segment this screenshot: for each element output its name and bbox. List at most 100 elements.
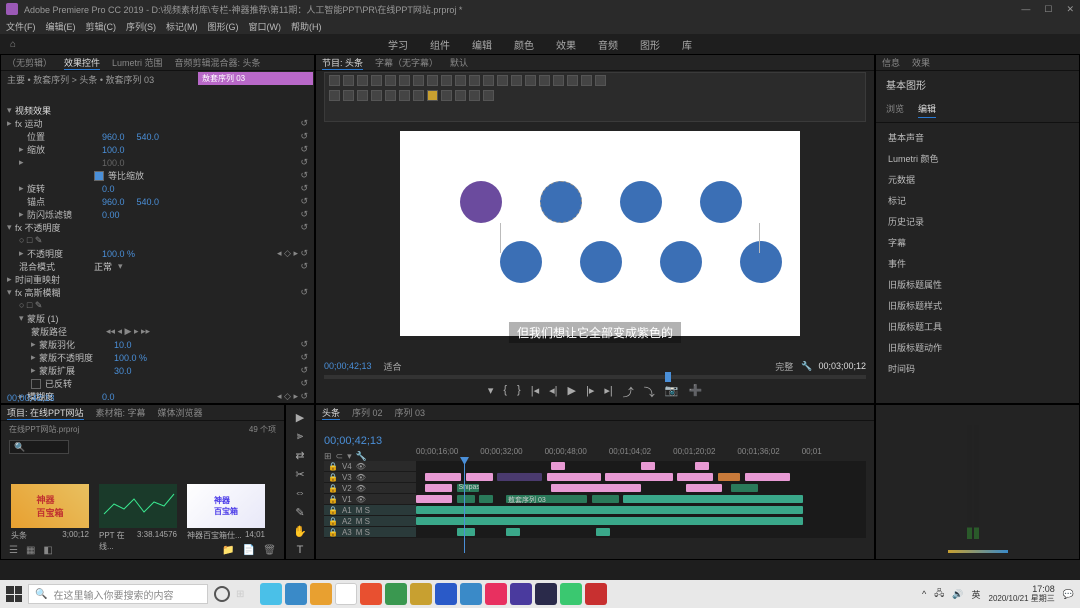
sub-browse[interactable]: 浏览 (886, 102, 904, 118)
tray-up-icon[interactable]: ^ (922, 589, 926, 599)
playhead[interactable] (464, 461, 465, 553)
out-icon[interactable]: } (517, 384, 521, 400)
item-markers[interactable]: 标记 (876, 190, 1079, 211)
new-bin-icon[interactable]: 📁 (222, 545, 234, 556)
ws-effects[interactable]: 效果 (556, 37, 576, 52)
position-y[interactable]: 540.0 (137, 132, 160, 142)
item-events[interactable]: 事件 (876, 253, 1079, 274)
track-v4[interactable]: V4 (342, 462, 352, 471)
app-2[interactable] (285, 583, 307, 605)
close-icon[interactable]: ✕ (1066, 4, 1074, 15)
app-14[interactable] (585, 583, 607, 605)
opacity-section[interactable]: fx 不透明度 (15, 221, 61, 234)
app-8[interactable] (435, 583, 457, 605)
trash-icon[interactable]: 🗑 (263, 545, 276, 556)
taskview-icon[interactable]: ⊞ (236, 589, 244, 600)
item-captions[interactable]: 字幕 (876, 232, 1079, 253)
ws-library[interactable]: 库 (682, 37, 692, 52)
timeline-tc[interactable]: 00;00;42;13 (324, 435, 382, 447)
thumb-2[interactable]: PPT 在线...3:38.14576 (99, 484, 177, 552)
extract-icon[interactable]: ⤵ (644, 384, 655, 400)
tab-lumetri[interactable]: Lumetri 范围 (112, 56, 163, 69)
track-a2[interactable]: A2 (342, 517, 352, 526)
cortana-icon[interactable] (214, 586, 230, 602)
start-button[interactable] (6, 586, 22, 602)
app-7[interactable] (410, 583, 432, 605)
new-item-icon[interactable]: 📄 (243, 545, 255, 556)
track-select-tool[interactable]: ⫸ (293, 430, 307, 444)
hand-tool[interactable]: ✋ (293, 525, 307, 539)
tab-effect-controls[interactable]: 效果控件 (64, 56, 100, 70)
menu-file[interactable]: 文件(F) (6, 20, 36, 33)
selection-tool[interactable]: ▶ (293, 411, 307, 425)
scale-dropdown[interactable]: 完整 (775, 360, 793, 373)
app-12[interactable] (535, 583, 557, 605)
tab-audio-mixer[interactable]: 音频剪辑混合器: 头条 (175, 56, 261, 69)
menu-window[interactable]: 窗口(W) (249, 20, 282, 33)
ws-learn[interactable]: 学习 (388, 37, 408, 52)
seq-tab-3[interactable]: 序列 03 (395, 406, 426, 419)
position-x[interactable]: 960.0 (102, 132, 125, 142)
track-v2[interactable]: V2 (342, 484, 352, 493)
ws-graphics[interactable]: 图形 (640, 37, 660, 52)
track-a3[interactable]: A3 (342, 528, 352, 537)
prev-icon[interactable]: |◂ (531, 384, 539, 400)
thumb-3[interactable]: 神器百宝箱 神器百宝箱仕...14;01 (187, 484, 265, 552)
item-essential-sound[interactable]: 基本声音 (876, 127, 1079, 148)
lift-icon[interactable]: ⤴ (623, 384, 634, 400)
ws-editing[interactable]: 编辑 (472, 37, 492, 52)
app-6[interactable] (385, 583, 407, 605)
gauss-blur[interactable]: fx 高斯模糊 (15, 286, 61, 299)
subtitle-tab[interactable]: 字幕（无字幕） (375, 56, 438, 69)
inverted-check[interactable] (31, 379, 41, 389)
ws-color[interactable]: 颜色 (514, 37, 534, 52)
preview-canvas[interactable] (400, 131, 800, 336)
item-metadata[interactable]: 元数据 (876, 169, 1079, 190)
fit-dropdown[interactable]: 适合 (384, 360, 402, 373)
program-tc[interactable]: 00;00;42;13 (324, 361, 372, 371)
play-icon[interactable]: ▶ (568, 384, 576, 400)
program-tab[interactable]: 节目: 头条 (322, 56, 363, 70)
freeform-icon[interactable]: ◧ (43, 545, 52, 556)
track-v3[interactable]: V3 (342, 473, 352, 482)
scale-val[interactable]: 100.0 (102, 145, 125, 155)
ripple-tool[interactable]: ⇄ (293, 449, 307, 463)
tab-noclip[interactable]: （无剪辑） (7, 56, 52, 69)
export-icon[interactable]: 📷 (665, 384, 679, 400)
ws-assembly[interactable]: 组件 (430, 37, 450, 52)
tray-volume-icon[interactable]: 🔊 (952, 589, 963, 600)
item-legacy-tools[interactable]: 旧版标题工具 (876, 316, 1079, 337)
wrench-icon[interactable]: 🔧 (801, 361, 812, 372)
item-legacy-styles[interactable]: 旧版标题样式 (876, 295, 1079, 316)
razor-tool[interactable]: ✂ (293, 468, 307, 482)
app-11[interactable] (510, 583, 532, 605)
tab-bin[interactable]: 素材箱: 字幕 (96, 406, 146, 419)
tray-network-icon[interactable]: 🖧 (934, 586, 944, 602)
home-icon[interactable]: ⌂ (10, 39, 16, 50)
type-tool[interactable]: T (293, 544, 307, 558)
maximize-icon[interactable]: ☐ (1044, 4, 1052, 15)
item-legacy-actions[interactable]: 旧版标题动作 (876, 337, 1079, 358)
track-a1[interactable]: A1 (342, 506, 352, 515)
seq-tab-2[interactable]: 序列 02 (352, 406, 383, 419)
seq-tab-1[interactable]: 头条 (322, 406, 340, 420)
next-icon[interactable]: ▸| (604, 384, 612, 400)
time-remap[interactable]: 时间重映射 (15, 273, 60, 286)
item-legacy-props[interactable]: 旧版标题属性 (876, 274, 1079, 295)
motion[interactable]: fx 运动 (15, 117, 43, 130)
icon-view-icon[interactable]: ▦ (26, 545, 35, 556)
app-5[interactable] (360, 583, 382, 605)
thumb-1[interactable]: 神器百宝箱 头条3;00;12 (11, 484, 89, 552)
program-scrubber[interactable] (324, 375, 866, 379)
tab-effects[interactable]: 效果 (912, 56, 930, 69)
slip-tool[interactable]: ⇔ (293, 487, 307, 501)
list-view-icon[interactable]: ☰ (9, 545, 18, 556)
step-fwd-icon[interactable]: |▸ (586, 384, 594, 400)
audio-scrub[interactable] (948, 550, 1008, 553)
app-9[interactable] (460, 583, 482, 605)
menu-marker[interactable]: 标记(M) (166, 20, 198, 33)
sub-edit[interactable]: 编辑 (918, 102, 936, 118)
item-timecode[interactable]: 时间码 (876, 358, 1079, 379)
tab-media-browser[interactable]: 媒体浏览器 (158, 406, 203, 419)
project-search[interactable] (9, 440, 69, 454)
